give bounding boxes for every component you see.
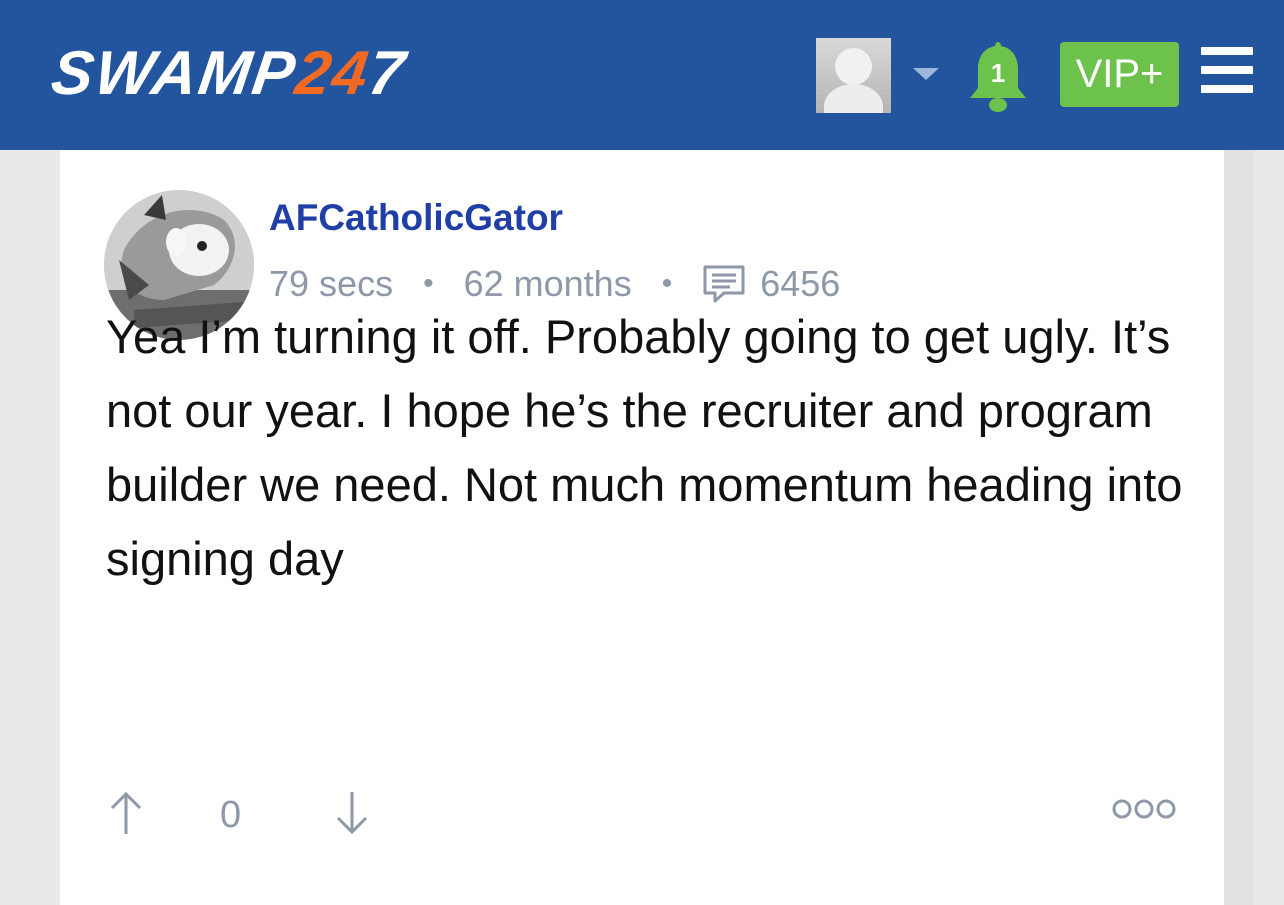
arrow-up-icon[interactable] bbox=[108, 790, 144, 836]
vip-button[interactable]: VIP+ bbox=[1060, 42, 1179, 107]
post-author-username[interactable]: AFCatholicGator bbox=[269, 196, 563, 240]
top-navigation-bar: SWAMP247 1 VIP+ bbox=[0, 0, 1284, 150]
post-body: Yea I’m turning it off. Probably going t… bbox=[106, 310, 1183, 585]
site-logo[interactable]: SWAMP247 bbox=[46, 34, 411, 114]
logo-text-swamp: SWAMP bbox=[47, 39, 302, 108]
avatar-placeholder-icon bbox=[835, 48, 872, 85]
comment-icon bbox=[703, 265, 745, 303]
forum-post-card: AFCatholicGator 79 secs • 62 months • 64… bbox=[60, 150, 1224, 905]
hamburger-menu-icon[interactable] bbox=[1201, 47, 1253, 93]
ellipsis-icon[interactable] bbox=[1112, 797, 1176, 821]
profile-avatar-button[interactable] bbox=[816, 38, 891, 113]
author-post-count: 6456 bbox=[760, 263, 841, 304]
member-tenure: 62 months bbox=[463, 263, 632, 304]
page-side-gutter bbox=[1224, 150, 1254, 905]
chevron-down-icon[interactable] bbox=[913, 68, 939, 80]
notification-count-badge: 1 bbox=[990, 58, 1006, 88]
post-timestamp: 79 secs bbox=[269, 263, 394, 304]
logo-text-24: 24 bbox=[291, 39, 375, 108]
logo-text-7: 7 bbox=[364, 39, 411, 108]
vote-score: 0 bbox=[220, 794, 242, 836]
arrow-down-icon[interactable] bbox=[334, 790, 370, 836]
